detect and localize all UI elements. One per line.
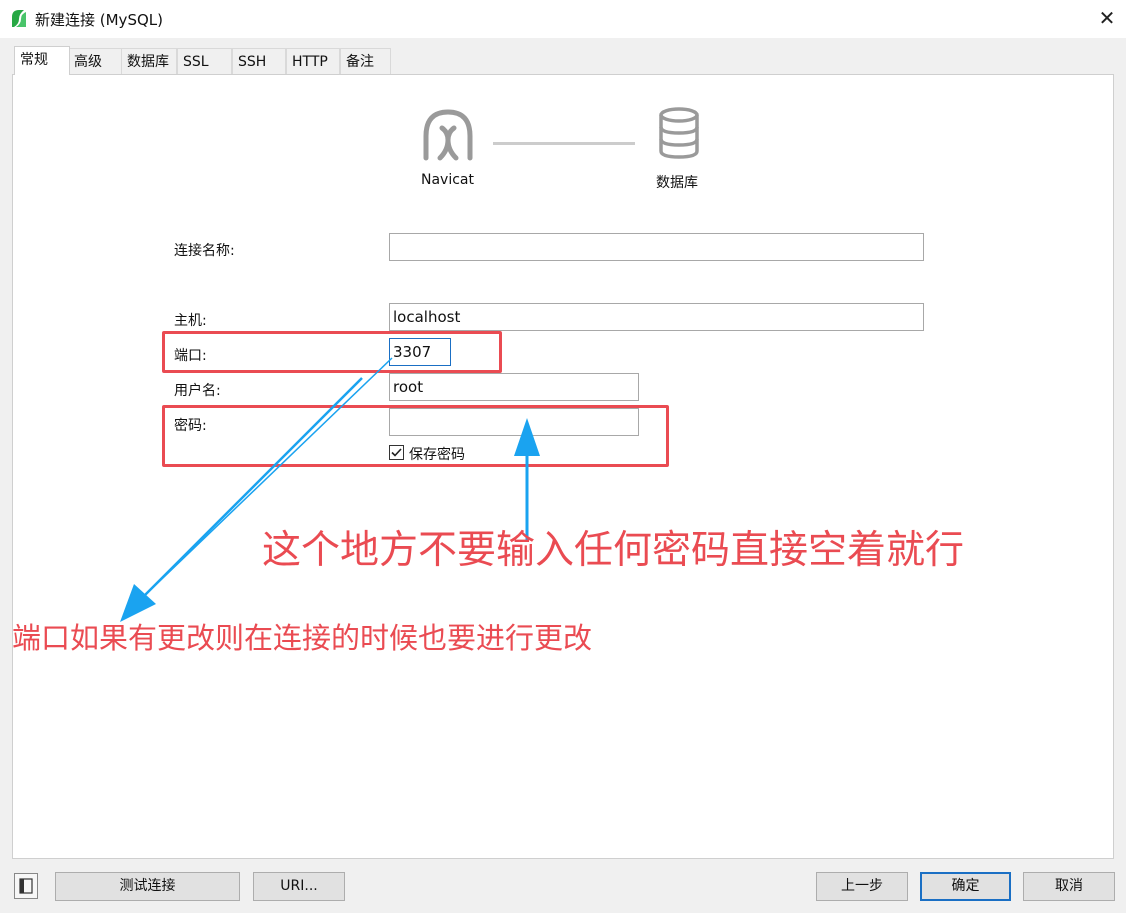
tab-databases[interactable]: 数据库 xyxy=(121,48,177,74)
tab-http[interactable]: HTTP xyxy=(286,48,340,74)
window-title: 新建连接 (MySQL) xyxy=(35,11,163,29)
password-highlight-box xyxy=(162,405,669,467)
tab-ssh[interactable]: SSH xyxy=(232,48,286,74)
host-input[interactable] xyxy=(389,303,924,331)
tab-ssl[interactable]: SSL xyxy=(177,48,232,74)
navicat-app-icon xyxy=(12,10,26,27)
database-icon xyxy=(659,107,699,159)
port-highlight-box xyxy=(162,331,502,373)
cancel-button[interactable]: 取消 xyxy=(1023,872,1115,901)
connection-line xyxy=(493,142,635,145)
sidebar-toggle-icon xyxy=(19,878,33,894)
username-input[interactable] xyxy=(389,373,639,401)
previous-button[interactable]: 上一步 xyxy=(816,872,908,901)
connection-name-input[interactable] xyxy=(389,233,924,261)
toggle-panel-button[interactable] xyxy=(14,873,38,899)
password-annotation: 这个地方不要输入任何密码直接空着就行 xyxy=(262,528,965,573)
title-bar xyxy=(0,0,1126,38)
test-connection-button[interactable]: 测试连接 xyxy=(55,872,240,901)
tab-general[interactable]: 常规 xyxy=(14,46,70,75)
tab-notes[interactable]: 备注 xyxy=(340,48,391,74)
database-label: 数据库 xyxy=(656,175,698,191)
host-label: 主机: xyxy=(174,313,207,329)
close-button[interactable]: ✕ xyxy=(1094,4,1120,32)
port-annotation: 端口如果有更改则在连接的时候也要进行更改 xyxy=(12,621,593,655)
navicat-logo-icon xyxy=(423,109,473,161)
uri-button[interactable]: URI... xyxy=(253,872,345,901)
connection-name-label: 连接名称: xyxy=(174,243,235,259)
navicat-label: Navicat xyxy=(421,172,474,188)
username-label: 用户名: xyxy=(174,383,221,399)
ok-button[interactable]: 确定 xyxy=(920,872,1011,901)
tab-advanced[interactable]: 高级 xyxy=(68,48,122,74)
